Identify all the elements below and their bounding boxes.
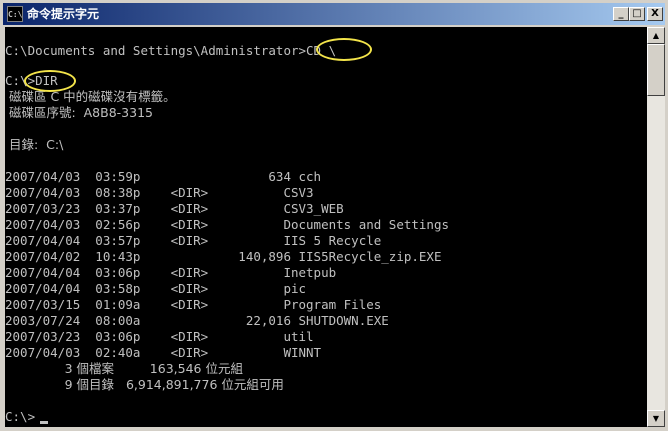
window-title: 命令提示字元 (27, 7, 100, 21)
console-line: 2007/04/02 10:43p 140,896 IIS5Recycle_zi… (5, 249, 442, 264)
console-icon[interactable]: C:\ (7, 6, 23, 22)
maximize-button[interactable]: □ (629, 7, 645, 21)
console-line: 2007/04/03 08:38p <DIR> CSV3 (5, 185, 314, 200)
vertical-scrollbar[interactable]: ▲ ▼ (647, 27, 665, 427)
console-line: C:\Documents and Settings\Administrator>… (5, 43, 337, 58)
console-line: 2007/04/03 02:56p <DIR> Documents and Se… (5, 217, 450, 232)
console-line: 2007/04/03 03:59p 634 cch (5, 169, 322, 184)
scroll-down-icon[interactable]: ▼ (647, 410, 665, 427)
console-line: 9 個目錄 6,914,891,776 位元組可用 (5, 377, 284, 392)
console-line: 2007/04/04 03:58p <DIR> pic (5, 281, 307, 296)
console-line: C:\> (5, 409, 36, 424)
console-line: 2007/03/23 03:06p <DIR> util (5, 329, 314, 344)
title-bar[interactable]: C:\ 命令提示字元 _ □ X (3, 3, 665, 25)
console-line: 2007/04/03 02:40a <DIR> WINNT (5, 345, 322, 360)
dir-command-highlight (24, 70, 76, 92)
console-line: 磁碟區 C 中的磁碟沒有標籤。 (5, 89, 176, 104)
command-prompt-window: C:\ 命令提示字元 _ □ X C:\Documents and Settin… (0, 0, 668, 431)
console-line: 2003/07/24 08:00a 22,016 SHUTDOWN.EXE (5, 313, 389, 328)
console-line: 目錄: C:\ (5, 137, 64, 152)
console-line: 磁碟區序號: A8B8-3315 (5, 105, 153, 120)
console-line: 2007/04/04 03:57p <DIR> IIS 5 Recycle (5, 233, 382, 248)
cd-command-highlight (316, 38, 372, 61)
scroll-up-icon[interactable]: ▲ (647, 27, 665, 44)
console-line: 2007/03/23 03:37p <DIR> CSV3_WEB (5, 201, 344, 216)
console-output[interactable]: C:\Documents and Settings\Administrator>… (5, 27, 647, 427)
text-cursor (40, 421, 48, 424)
console-line: 3 個檔案 163,546 位元組 (5, 361, 243, 376)
minimize-button[interactable]: _ (613, 7, 629, 21)
console-line: 2007/03/15 01:09a <DIR> Program Files (5, 297, 382, 312)
close-button[interactable]: X (647, 7, 663, 21)
scrollbar-thumb[interactable] (647, 44, 665, 96)
console-line: 2007/04/04 03:06p <DIR> Inetpub (5, 265, 337, 280)
